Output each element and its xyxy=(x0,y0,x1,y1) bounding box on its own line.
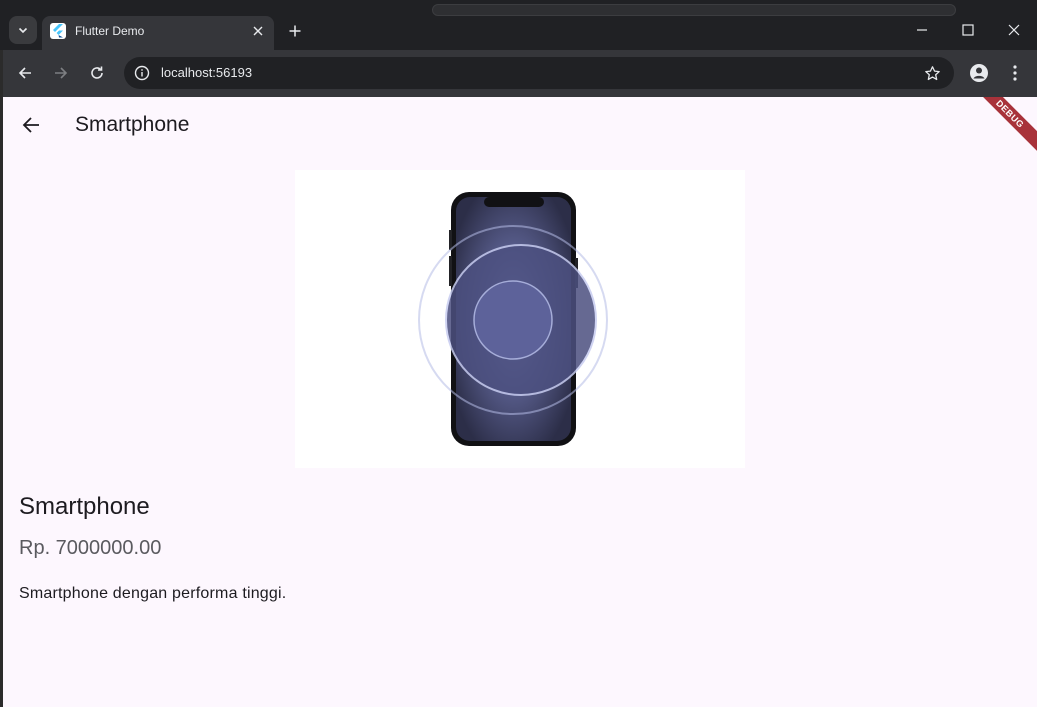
profile-icon xyxy=(970,64,988,82)
browser-toolbar: localhost:56193 xyxy=(3,50,1037,97)
window-close-button[interactable] xyxy=(1000,16,1028,44)
forward-nav-button[interactable] xyxy=(47,59,75,87)
profile-button[interactable] xyxy=(965,59,993,87)
browser-tab-strip: Flutter Demo xyxy=(0,0,1037,50)
flutter-logo-icon xyxy=(50,23,66,39)
bookmark-star-icon[interactable] xyxy=(922,63,942,83)
browser-menu-button[interactable] xyxy=(1001,59,1029,87)
product-description: Smartphone dengan performa tinggi. xyxy=(19,585,287,602)
tab-search-button[interactable] xyxy=(9,16,37,44)
app-page: Smartphone DEBUG Smartphone Rp. 7000000.… xyxy=(3,97,1037,707)
maximize-button[interactable] xyxy=(954,16,982,44)
arrow-right-icon xyxy=(55,67,68,79)
back-button[interactable] xyxy=(15,109,47,141)
product-price: Rp. 7000000.00 xyxy=(19,537,162,559)
tab-close-button[interactable] xyxy=(248,21,268,41)
maximize-icon xyxy=(962,24,974,36)
minimize-icon xyxy=(917,29,927,31)
tab-title: Flutter Demo xyxy=(75,24,145,38)
browser-tab-active[interactable]: Flutter Demo xyxy=(42,16,274,50)
url-text: localhost:56193 xyxy=(161,65,253,80)
close-icon xyxy=(1008,24,1020,36)
site-info-icon[interactable] xyxy=(132,63,152,83)
reload-button[interactable] xyxy=(83,59,111,87)
smartphone-image xyxy=(418,192,608,446)
plus-icon xyxy=(289,25,301,37)
kebab-menu-icon xyxy=(1013,65,1017,81)
back-nav-button[interactable] xyxy=(11,59,39,87)
arrow-left-icon xyxy=(18,67,31,79)
close-icon xyxy=(253,26,263,36)
address-bar[interactable]: localhost:56193 xyxy=(124,57,954,89)
reload-icon xyxy=(91,66,103,79)
page-title: Smartphone xyxy=(75,113,190,136)
product-name: Smartphone xyxy=(19,493,150,520)
chevron-down-icon xyxy=(18,27,28,34)
product-image xyxy=(295,170,745,468)
minimize-button[interactable] xyxy=(908,16,936,44)
background-window-strip xyxy=(432,4,956,16)
app-bar: Smartphone xyxy=(3,97,1037,153)
arrow-back-icon xyxy=(22,117,39,133)
new-tab-button[interactable] xyxy=(283,19,307,43)
